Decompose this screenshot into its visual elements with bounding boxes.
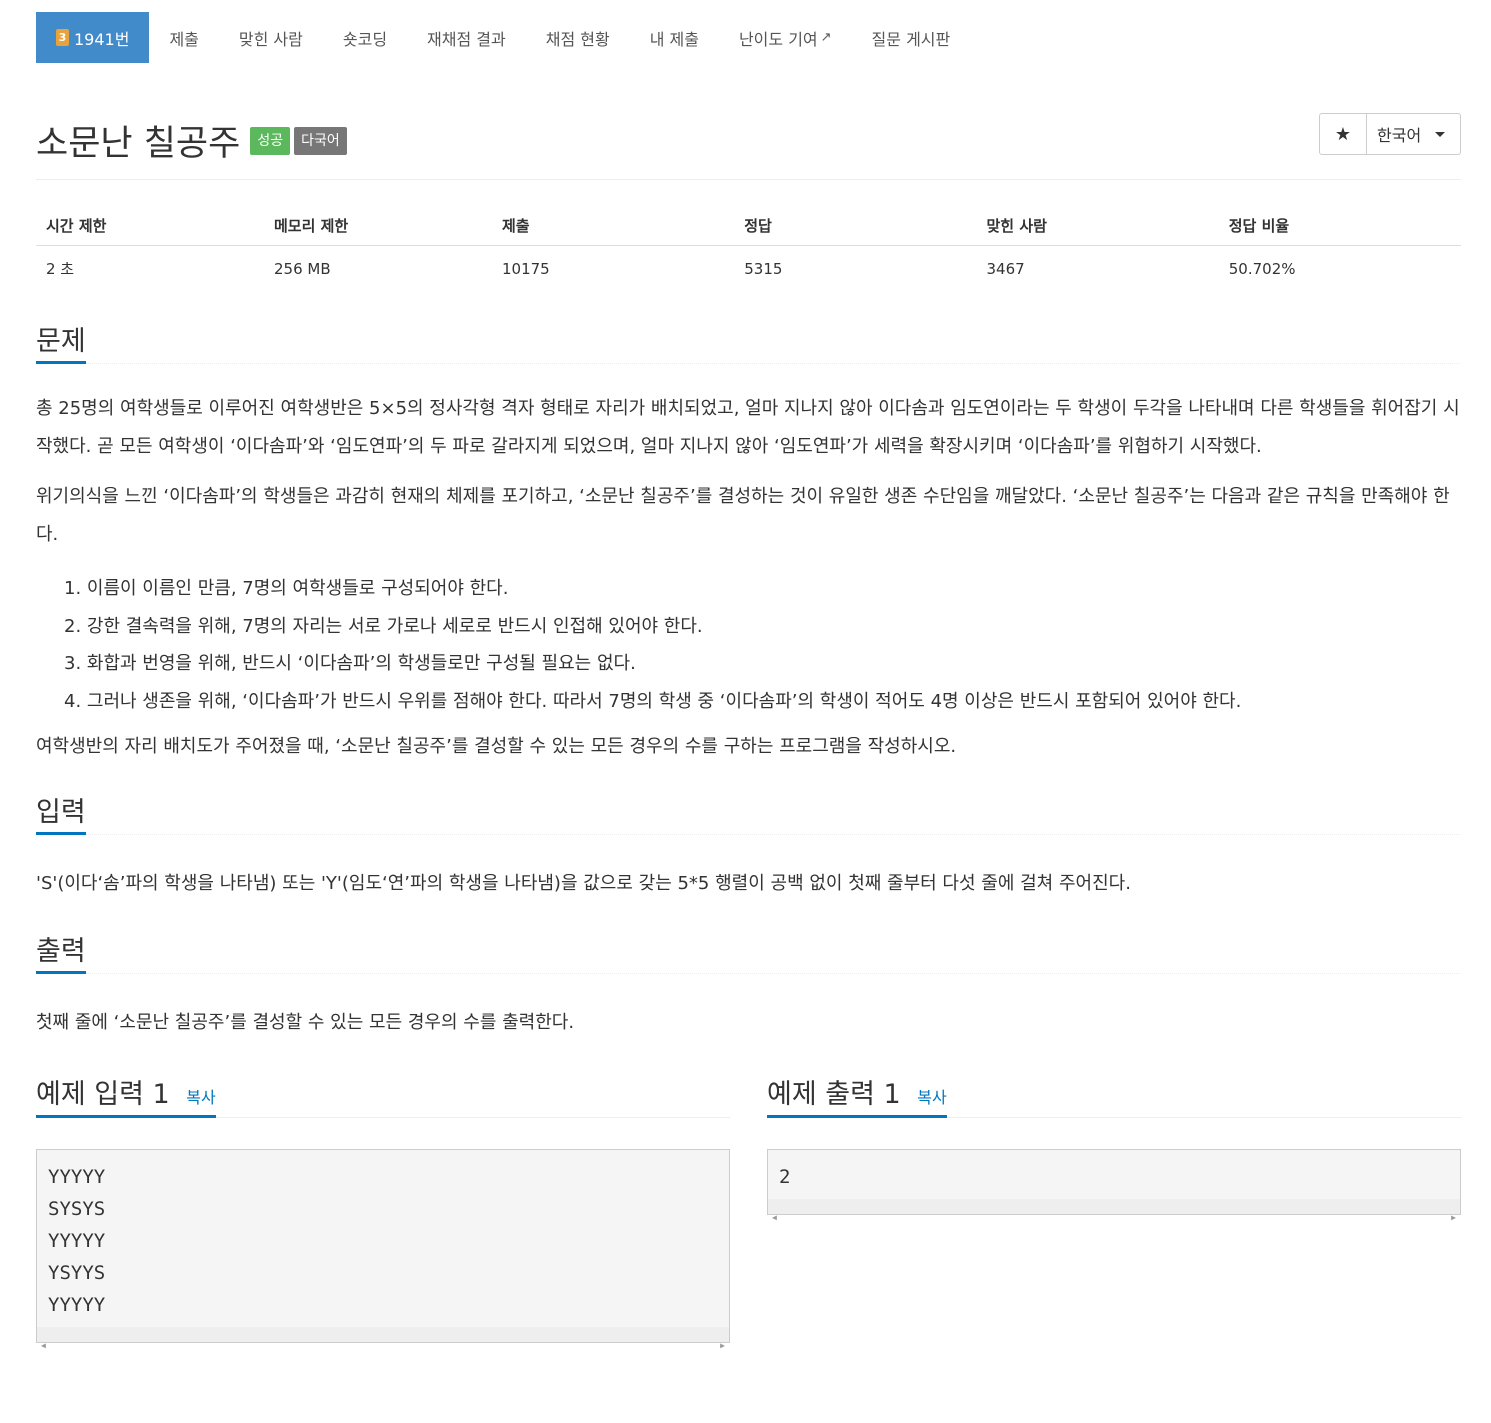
td-memory-limit: 256 MB [274, 259, 331, 278]
problem-description-1: 총 25명의 여학생들로 이루어진 여학생반은 5×5의 정사각형 격자 형태로… [36, 398, 1460, 457]
problem-description-3: 여학생반의 자리 배치도가 주어졌을 때, ‘소문난 칠공주’를 결성할 수 있… [36, 736, 957, 757]
nav-difficulty-contribute[interactable]: 난이도 기여 ↗ [719, 12, 852, 63]
td-accepted: 5315 [744, 259, 783, 278]
input-description: 'S'(이다‘솜’파의 학생을 나타냄) 또는 'Y'(임도‘연’파의 학생을 … [36, 873, 1131, 894]
td-submissions: 10175 [502, 259, 550, 278]
tier-icon: 3 [56, 29, 69, 46]
scroll-left-icon[interactable]: ◀ [772, 1202, 777, 1234]
nav-problem-number[interactable]: 3 1941번 [36, 12, 150, 63]
td-accept-ratio: 50.702% [1228, 259, 1296, 278]
nav-solved-users[interactable]: 맞힌 사람 [219, 12, 323, 63]
samples: 예제 입력 1 복사 YYYYY SYSYS YYYYY YSYYS YYYYY… [36, 1072, 1461, 1350]
multilang-badge: 다국어 [294, 126, 347, 155]
sample-input-text: YYYYY SYSYS YYYYY YSYYS YYYYY [48, 1166, 106, 1316]
output-heading: 출력 [36, 929, 86, 974]
th-accept-ratio: 정답 비율 [1218, 205, 1461, 246]
nav-difficulty-label: 난이도 기여 [738, 29, 818, 49]
sample-output-title: 예제 출력 1 [767, 1079, 901, 1110]
scroll-right-icon[interactable]: ▶ [720, 1330, 725, 1362]
sample-input-box: YYYYY SYSYS YYYYY YSYYS YYYYY ◀ ▶ [36, 1149, 730, 1350]
sample-input-heading: 예제 입력 1 복사 [36, 1072, 216, 1118]
sample-output-heading: 예제 출력 1 복사 [767, 1072, 947, 1118]
list-item: 2. 강한 결속력을 위해, 7명의 자리는 서로 가로나 세로로 반드시 인접… [64, 615, 703, 637]
horizontal-scrollbar[interactable]: ◀ ▶ [37, 1327, 729, 1350]
nav-submit[interactable]: 제출 [149, 12, 218, 63]
copy-output-button[interactable]: 복사 [917, 1088, 946, 1107]
output-section-header: 출력 [36, 929, 1461, 974]
nav-question-board[interactable]: 질문 게시판 [852, 12, 971, 63]
copy-input-button[interactable]: 복사 [186, 1088, 215, 1107]
sample-output-header: 예제 출력 1 복사 [767, 1072, 1461, 1118]
horizontal-scrollbar[interactable]: ◀ ▶ [768, 1199, 1460, 1222]
language-dropdown[interactable]: 한국어 [1367, 113, 1461, 155]
input-section-header: 입력 [36, 790, 1461, 835]
nav-my-submissions[interactable]: 내 제출 [630, 12, 719, 63]
sample-input-header: 예제 입력 1 복사 [36, 1072, 730, 1118]
problem-description-2: 위기의식을 느낀 ‘이다솜파’의 학생들은 과감히 현재의 체제를 포기하고, … [36, 486, 1450, 545]
table-row: 2 초 256 MB 10175 5315 3467 50.702% [36, 246, 1461, 290]
nav-rejudge-results[interactable]: 재채점 결과 [407, 12, 526, 63]
success-badge: 성공 [250, 126, 291, 155]
sample-output: 예제 출력 1 복사 2 ◀ ▶ [767, 1072, 1461, 1343]
list-item: 3. 화합과 번영을 위해, 반드시 ‘이다솜파’의 학생들로만 구성될 필요는… [64, 653, 636, 674]
list-item: 1. 이름이 이름인 만큼, 7명의 여학생들로 구성되어야 한다. [64, 578, 509, 599]
list-item: 4. 그러나 생존을 위해, ‘이다솜파’가 반드시 우위를 점해야 한다. 따… [64, 690, 1242, 712]
caret-down-icon [1435, 131, 1446, 137]
th-solved-users: 맞힌 사람 [976, 205, 1219, 246]
th-accepted: 정답 [734, 205, 977, 246]
input-heading: 입력 [36, 790, 86, 835]
scroll-right-icon[interactable]: ▶ [1451, 1202, 1456, 1234]
table-header-row: 시간 제한 메모리 제한 제출 정답 맞힌 사람 정답 비율 [36, 205, 1461, 246]
sample-input: 예제 입력 1 복사 YYYYY SYSYS YYYYY YSYYS YYYYY… [36, 1072, 730, 1350]
scroll-left-icon[interactable]: ◀ [41, 1330, 46, 1362]
th-memory-limit: 메모리 제한 [264, 205, 492, 246]
problem-section-header: 문제 [36, 319, 1461, 364]
header-buttons: ★ 한국어 [1319, 113, 1461, 155]
problem-menu: 3 1941번 제출 맞힌 사람 숏코딩 재채점 결과 채점 현황 내 제출 난… [36, 12, 1461, 63]
external-link-icon: ↗ [820, 30, 832, 45]
th-submissions: 제출 [492, 205, 735, 246]
problem-number-label: 1941번 [74, 29, 130, 49]
nav-short-coding[interactable]: 숏코딩 [323, 12, 407, 63]
td-solved-users: 3467 [986, 259, 1025, 278]
sample-output-text: 2 [779, 1166, 791, 1188]
output-description: 첫째 줄에 ‘소문난 칠공주’를 결성할 수 있는 모든 경우의 수를 출력한다… [36, 1012, 575, 1033]
nav-judge-status[interactable]: 채점 현황 [526, 12, 630, 63]
sample-output-box: 2 ◀ ▶ [767, 1149, 1461, 1222]
favorite-star-button[interactable]: ★ [1319, 113, 1367, 155]
problem-heading: 문제 [36, 319, 86, 364]
rules-list: 1. 이름이 이름인 만큼, 7명의 여학생들로 구성되어야 한다. 2. 강한… [64, 570, 1461, 720]
problem-header: 소문난 칠공주 성공 다국어 ★ 한국어 [36, 63, 1461, 180]
td-time-limit: 2 초 [46, 260, 75, 278]
language-label: 한국어 [1377, 126, 1422, 145]
problem-info-table: 시간 제한 메모리 제한 제출 정답 맞힌 사람 정답 비율 2 초 256 M… [36, 205, 1461, 289]
star-icon: ★ [1334, 123, 1352, 145]
problem-title: 소문난 칠공주 [36, 124, 241, 164]
th-time-limit: 시간 제한 [36, 205, 264, 246]
sample-input-title: 예제 입력 1 [36, 1079, 170, 1110]
page-title: 소문난 칠공주 성공 다국어 [36, 115, 347, 166]
